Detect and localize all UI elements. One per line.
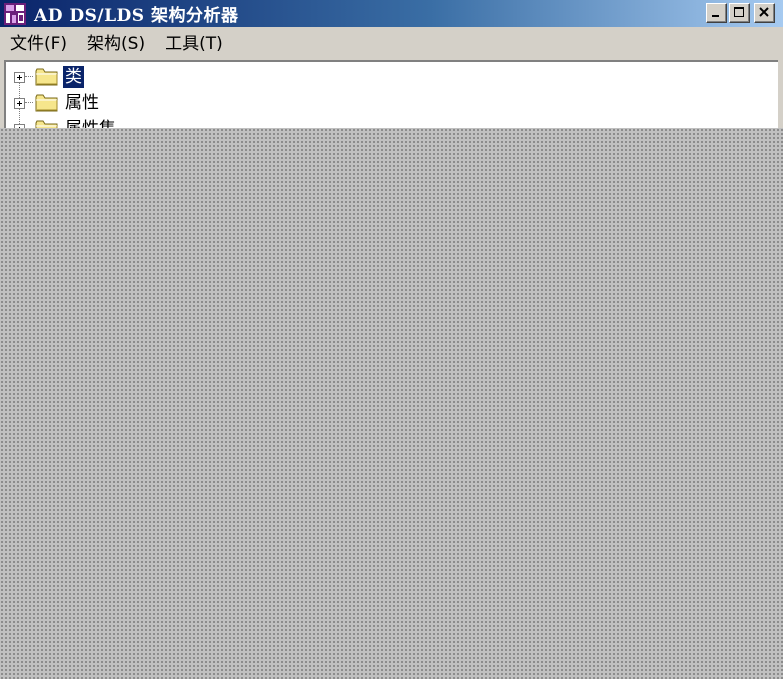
window-title: AD DS/LDS 架构分析器 bbox=[34, 6, 239, 26]
maximize-icon bbox=[734, 7, 744, 17]
window-controls bbox=[704, 3, 775, 23]
menu-bar: 文件(F) 架构(S) 工具(T) bbox=[0, 27, 783, 60]
schema-analyzer-app-icon[interactable] bbox=[2, 1, 28, 27]
tree-label-classes[interactable]: 类 bbox=[62, 65, 85, 89]
folder-icon bbox=[35, 94, 58, 112]
minimize-icon bbox=[712, 15, 719, 17]
expand-icon[interactable] bbox=[14, 71, 25, 83]
close-icon bbox=[759, 7, 769, 17]
expand-icon[interactable] bbox=[14, 97, 25, 109]
menu-file[interactable]: 文件(F) bbox=[0, 31, 77, 57]
maximize-button[interactable] bbox=[729, 3, 750, 23]
folder-icon bbox=[35, 68, 58, 86]
obscured-region bbox=[0, 128, 783, 679]
menu-tools[interactable]: 工具(T) bbox=[155, 31, 233, 57]
minimize-button[interactable] bbox=[706, 3, 727, 23]
title-bar[interactable]: AD DS/LDS 架构分析器 bbox=[0, 0, 783, 27]
tree-branch-line bbox=[25, 76, 33, 78]
menu-schema[interactable]: 架构(S) bbox=[77, 31, 155, 57]
tree-node-classes[interactable]: 类 bbox=[12, 64, 118, 90]
tree-label-attributes[interactable]: 属性 bbox=[63, 92, 101, 114]
tree-branch-line bbox=[25, 102, 33, 104]
tree-node-attributes[interactable]: 属性 bbox=[12, 90, 118, 116]
close-button[interactable] bbox=[754, 3, 775, 23]
app-window: AD DS/LDS 架构分析器 文件(F) 架构(S) 工具(T) 类 属性 bbox=[0, 0, 783, 679]
